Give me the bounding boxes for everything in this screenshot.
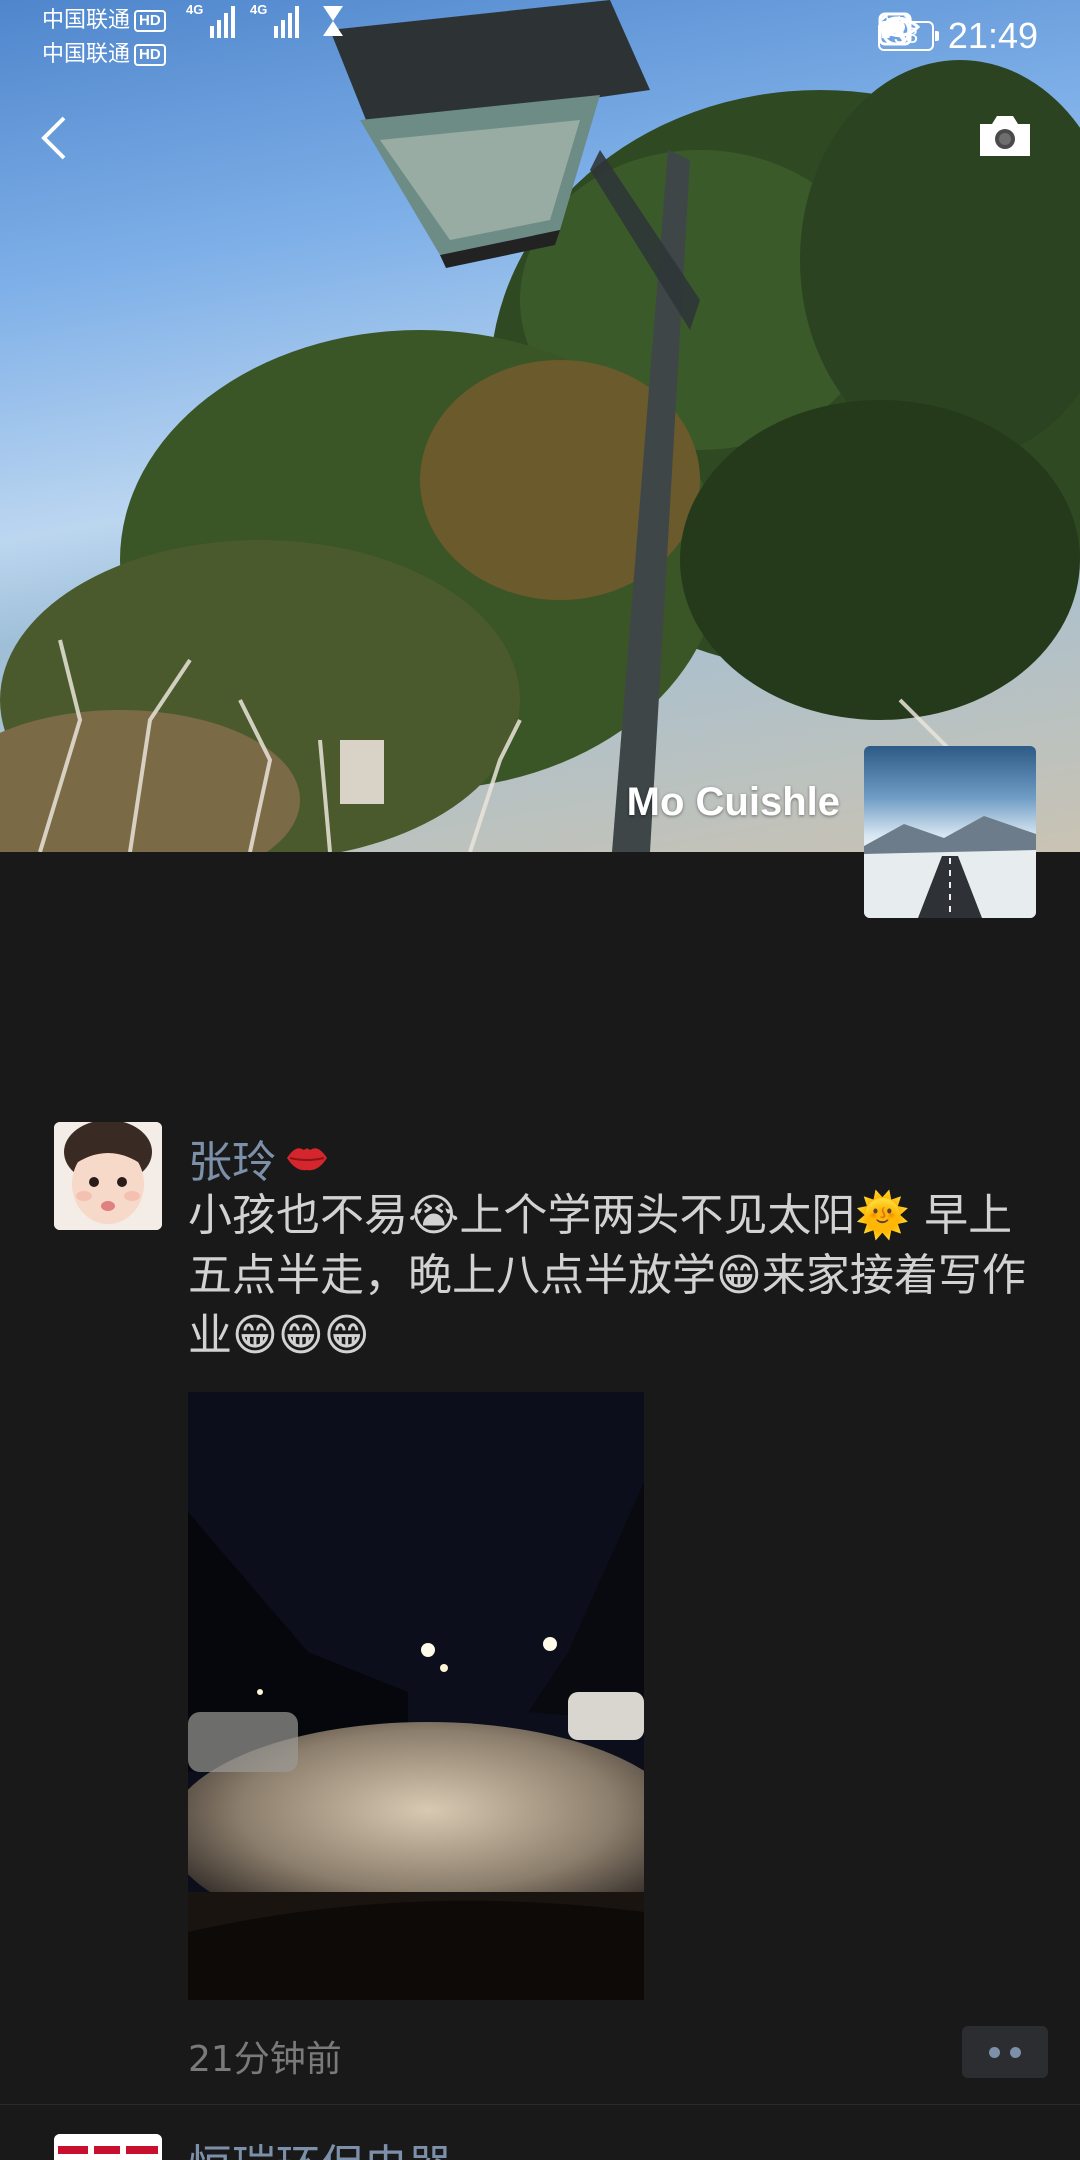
dot-icon [989, 2046, 1000, 2058]
child-avatar-image [54, 1122, 162, 1230]
hd-badge: HD [134, 10, 166, 32]
clock: 21:49 [947, 15, 1038, 56]
signal-4g-icon-2: 4G [250, 2, 299, 38]
leaf-icon [881, 16, 900, 38]
carrier-1: 中国联通 HD [42, 8, 166, 34]
brand-logo-image [54, 2134, 162, 2160]
post-divider [0, 2104, 1080, 2105]
post-author[interactable]: 张玲 [188, 1126, 330, 1190]
cover-photo[interactable]: 中国联通 HD 中国联通 HD 4G 4G 53 21:49 Mo Cuishl… [0, 0, 1080, 852]
owner-name: Mo Cuishle [626, 780, 840, 824]
owner-avatar-image [864, 816, 1036, 918]
post-photo[interactable] [188, 1392, 644, 2000]
status-right-group: 53 21:49 [877, 12, 1038, 60]
lips-icon [287, 1148, 327, 1171]
post-author-name[interactable]: 张玲 [188, 1126, 276, 1190]
post-timestamp: 21分钟前 [188, 2039, 342, 2080]
signal-4g-icon: 4G [186, 2, 235, 38]
next-post-avatar[interactable] [54, 2134, 162, 2160]
carrier-1-label: 中国联通 [42, 8, 131, 33]
cover-scenery [0, 0, 1080, 852]
carrier-2-label: 中国联通 [42, 42, 131, 67]
next-post-author[interactable]: 恒瑞环保电器 [188, 2130, 452, 2160]
camera-button[interactable] [976, 112, 1034, 160]
post-text: 小孩也不易😭上个学两头不见太阳🌞 早上五点半走，晚上八点半放学😁来家接着写作业😁… [188, 1190, 1026, 1361]
night-road-image [188, 1392, 644, 2000]
owner-avatar[interactable] [864, 746, 1036, 918]
post-actions-button[interactable] [962, 2026, 1048, 2078]
camera-icon [980, 116, 1030, 156]
carrier-2: 中国联通 HD [42, 42, 166, 68]
hourglass-icon [323, 6, 343, 36]
post-author-avatar[interactable] [54, 1122, 162, 1230]
dot-icon [1010, 2046, 1021, 2058]
chevron-left-icon [41, 116, 66, 160]
svg-text:4G: 4G [186, 2, 203, 17]
status-bar: 中国联通 HD 中国联通 HD 4G 4G 53 21:49 [0, 0, 1080, 72]
svg-text:4G: 4G [250, 2, 267, 17]
back-button[interactable] [36, 110, 76, 166]
hd-badge: HD [134, 44, 166, 66]
